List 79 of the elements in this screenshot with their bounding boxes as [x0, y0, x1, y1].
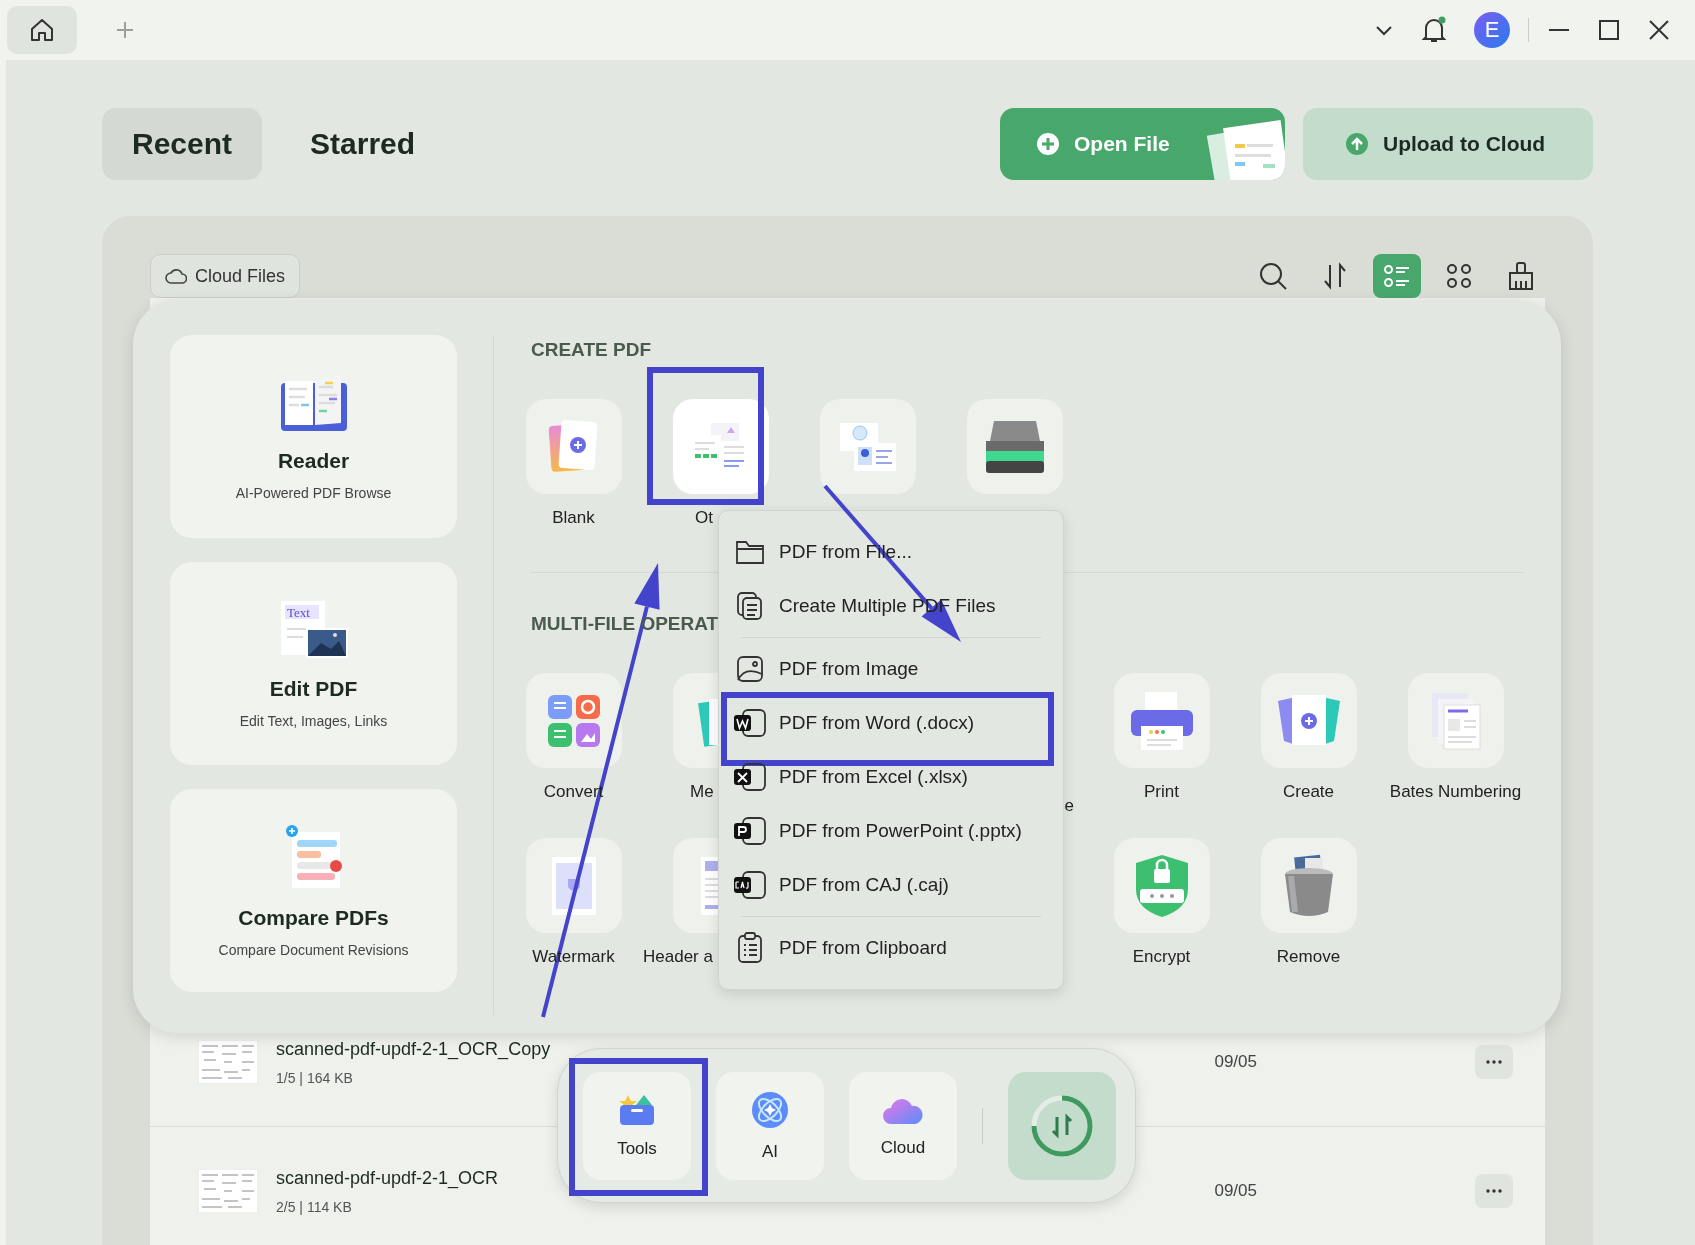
tool-tile[interactable] [525, 673, 622, 768]
tool-label: Blank [552, 508, 595, 528]
file-date: 09/05 [1214, 1181, 1257, 1201]
avatar[interactable]: E [1474, 12, 1510, 48]
app-grid-icon [545, 692, 602, 749]
menu-item[interactable]: PDF from Clipboard [719, 921, 1063, 975]
plus-circle-icon [1036, 132, 1060, 156]
tool-tile[interactable] [525, 838, 622, 933]
file-type-icon [733, 707, 767, 739]
file-type-icon [733, 815, 767, 847]
feature-subtitle: Compare Document Revisions [218, 941, 409, 958]
file-type-icon [733, 869, 767, 901]
feature-subtitle: AI-Powered PDF Browse [235, 484, 392, 501]
tool-tile[interactable] [1260, 838, 1357, 933]
upload-icon [1345, 132, 1369, 156]
file-name: scanned-pdf-updf-2-1_OCR [276, 1167, 500, 1189]
compare-document-icon [283, 823, 344, 890]
cloud-files-button[interactable]: Cloud Files [150, 254, 301, 298]
tool-tile[interactable] [1260, 673, 1357, 768]
upload-to-cloud-button[interactable]: Upload to Cloud [1303, 108, 1593, 180]
tab[interactable]: Starred [280, 108, 446, 180]
dots-icon [1486, 1189, 1502, 1193]
sync-button[interactable] [1008, 1071, 1116, 1180]
maximize-icon[interactable] [1597, 18, 1621, 42]
menu-item[interactable]: PDF from PowerPoint (.pptx) [719, 804, 1063, 858]
search-icon [1258, 261, 1288, 291]
home-tab[interactable] [7, 6, 77, 54]
file-info: 1/5 | 164 KB [276, 1069, 354, 1086]
dots-icon [1486, 1060, 1502, 1064]
tool-tile[interactable] [1113, 838, 1210, 933]
document-thumbnail [198, 1040, 258, 1084]
tool-tile[interactable] [525, 399, 622, 494]
feature-card[interactable]: Reader AI-Powered PDF Browse [170, 335, 457, 538]
broom-icon [1506, 261, 1536, 291]
sort-icon [1321, 262, 1349, 290]
dock-button[interactable]: Tools [583, 1071, 691, 1180]
tool-label: Ot [695, 508, 713, 528]
feature-title: Edit PDF [269, 676, 358, 701]
bell-icon[interactable] [1420, 15, 1448, 45]
tool-label: Bates Numbering [1389, 782, 1522, 802]
feature-card[interactable]: Compare PDFs Compare Document Revisions [170, 789, 457, 992]
file-name: scanned-pdf-updf-2-1_OCR_Copy [276, 1038, 552, 1060]
more-button[interactable] [1475, 1174, 1513, 1208]
feature-title: Compare PDFs [238, 905, 389, 930]
home-icon [28, 16, 56, 44]
dock-button[interactable]: Cloud [849, 1071, 957, 1180]
document-thumbnail [198, 1169, 258, 1213]
tool-label: Print [1144, 782, 1179, 802]
tool-label: Header a [643, 947, 713, 967]
ai-orb-icon [750, 1089, 790, 1130]
more-button[interactable] [1475, 1045, 1513, 1079]
tool-tile[interactable] [966, 399, 1063, 494]
menu-item[interactable]: PDF from Image [719, 642, 1063, 696]
tool-label: Create [1283, 782, 1334, 802]
tool-tile[interactable] [1407, 673, 1504, 768]
list-icon [1383, 262, 1411, 290]
feature-subtitle: Edit Text, Images, Links [239, 712, 388, 729]
close-icon[interactable] [1647, 18, 1671, 42]
file-type-icon [733, 761, 767, 793]
tool-label: e [1064, 796, 1074, 816]
menu-item[interactable]: PDF from CAJ (.caj) [719, 858, 1063, 912]
feature-title: Reader [277, 448, 350, 473]
cloud-icon [165, 267, 187, 285]
feature-card[interactable]: Text Edit PDF Edit Text, Images, Links [170, 562, 457, 765]
list-button[interactable] [1373, 254, 1421, 298]
folder-icon [733, 539, 767, 565]
section-heading: CREATE PDF [531, 339, 651, 361]
tool-label: Remove [1276, 947, 1341, 967]
menu-item[interactable]: PDF from Excel (.xlsx) [719, 750, 1063, 804]
tab[interactable]: Recent [102, 108, 263, 180]
tool-tile[interactable] [672, 399, 769, 494]
grid-icon [1445, 262, 1473, 290]
tool-label: Encrypt [1132, 947, 1191, 967]
tool-tile[interactable] [1113, 673, 1210, 768]
file-info: 2/5 | 114 KB [276, 1198, 353, 1215]
dock-button[interactable]: AI [716, 1071, 824, 1180]
file-date: 09/05 [1214, 1052, 1257, 1072]
tool-tile[interactable] [819, 399, 916, 494]
tool-label: Me [690, 782, 714, 802]
